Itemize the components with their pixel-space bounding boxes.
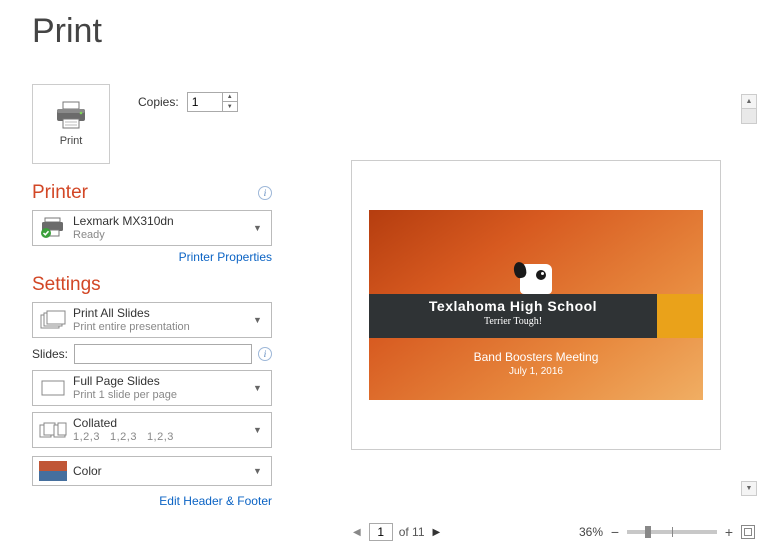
print-button[interactable]: Print <box>32 84 110 164</box>
slide-subtitle: Terrier Tough! <box>369 316 657 327</box>
edit-header-footer-link[interactable]: Edit Header & Footer <box>32 494 272 508</box>
single-slide-icon <box>33 379 73 397</box>
preview-frame: Texlahoma High School Terrier Tough! Ban… <box>351 160 721 450</box>
chevron-down-icon: ▼ <box>253 315 271 325</box>
next-page-button[interactable]: ▶ <box>431 527 443 538</box>
slides-range-label: Slides: <box>32 347 68 361</box>
prev-page-button[interactable]: ◀ <box>351 527 363 538</box>
page-of-label: of 11 <box>399 525 425 539</box>
scroll-down-button[interactable]: ▼ <box>741 481 757 496</box>
printer-properties-link[interactable]: Printer Properties <box>32 250 272 264</box>
layout-dropdown[interactable]: Full Page Slides Print 1 slide per page … <box>32 370 272 406</box>
zoom-slider[interactable] <box>627 530 717 534</box>
zoom-fit-button[interactable] <box>741 525 755 539</box>
slides-range-input[interactable] <box>74 344 252 364</box>
copies-spinner[interactable]: ▲ ▼ <box>187 92 238 112</box>
copies-down-button[interactable]: ▼ <box>223 102 237 111</box>
preview-scrollbar[interactable]: ▲ <box>741 94 757 124</box>
collate-primary: Collated <box>73 416 253 430</box>
collate-secondary: 1,2,31,2,31,2,3 <box>73 431 253 444</box>
what-to-print-dropdown[interactable]: Print All Slides Print entire presentati… <box>32 302 272 338</box>
printer-status: Ready <box>73 229 253 242</box>
printer-info-icon[interactable]: i <box>258 186 272 200</box>
mascot-icon <box>520 264 552 294</box>
collate-dropdown[interactable]: Collated 1,2,31,2,31,2,3 ▼ <box>32 412 272 448</box>
slides-info-icon[interactable]: i <box>258 347 272 361</box>
color-swatch-icon <box>33 461 73 481</box>
copies-row: Copies: ▲ ▼ <box>138 92 238 112</box>
slide-date-line: July 1, 2016 <box>369 366 703 377</box>
what-to-print-primary: Print All Slides <box>73 306 253 320</box>
layout-secondary: Print 1 slide per page <box>73 389 253 402</box>
slide-preview: Texlahoma High School Terrier Tough! Ban… <box>369 210 703 400</box>
printer-name: Lexmark MX310dn <box>73 214 253 228</box>
left-panel: Print Copies: ▲ ▼ Printer i <box>32 84 272 508</box>
copies-up-button[interactable]: ▲ <box>223 93 237 102</box>
chevron-down-icon: ▼ <box>253 466 271 476</box>
zoom-out-button[interactable]: − <box>609 524 621 540</box>
print-button-label: Print <box>60 135 83 147</box>
collated-icon <box>33 421 73 439</box>
printer-icon <box>54 101 88 129</box>
scroll-up-button[interactable]: ▲ <box>742 95 756 108</box>
preview-nav-bar: ◀ of 11 ▶ 36% − + <box>345 520 757 544</box>
slide-title: Texlahoma High School <box>369 298 657 314</box>
current-page-input[interactable] <box>369 523 393 541</box>
chevron-down-icon: ▼ <box>253 425 271 435</box>
chevron-down-icon: ▼ <box>253 223 271 233</box>
preview-panel: ▲ ▼ Texlahoma High School Terrier Tough!… <box>345 84 757 544</box>
printer-status-icon <box>33 217 73 239</box>
zoom-in-button[interactable]: + <box>723 524 735 540</box>
printer-dropdown[interactable]: Lexmark MX310dn Ready ▼ <box>32 210 272 246</box>
page-title: Print <box>32 12 769 51</box>
slide-meeting-line: Band Boosters Meeting <box>369 350 703 364</box>
zoom-label: 36% <box>579 525 603 539</box>
settings-heading: Settings <box>32 274 101 296</box>
color-dropdown[interactable]: Color ▼ <box>32 456 272 486</box>
what-to-print-secondary: Print entire presentation <box>73 321 253 334</box>
copies-input[interactable] <box>188 93 222 111</box>
printer-heading: Printer <box>32 182 88 204</box>
slides-stack-icon <box>33 310 73 330</box>
layout-primary: Full Page Slides <box>73 374 253 388</box>
scroll-thumb[interactable] <box>742 108 756 123</box>
color-primary: Color <box>73 464 253 478</box>
chevron-down-icon: ▼ <box>253 383 271 393</box>
zoom-slider-thumb[interactable] <box>645 526 651 538</box>
copies-label: Copies: <box>138 95 179 109</box>
